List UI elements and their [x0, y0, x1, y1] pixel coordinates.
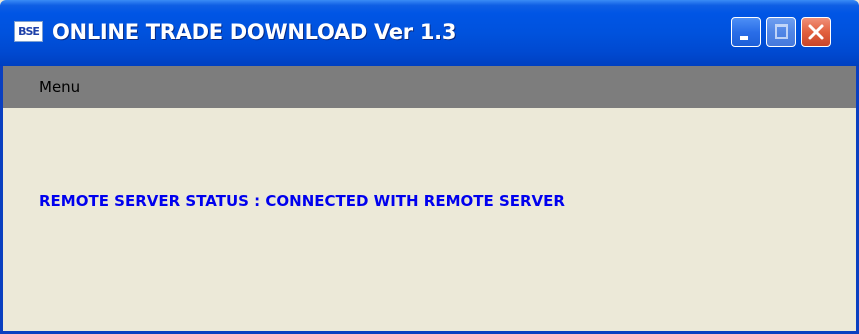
window-border-left	[0, 66, 3, 334]
minimize-icon	[740, 36, 748, 40]
minimize-button[interactable]	[731, 17, 761, 47]
app-icon[interactable]: BSE	[14, 21, 43, 42]
close-icon	[808, 24, 824, 40]
menu-item-menu[interactable]: Menu	[39, 77, 80, 97]
main-content: REMOTE SERVER STATUS : CONNECTED WITH RE…	[0, 108, 859, 334]
maximize-icon	[775, 24, 788, 39]
window-title: ONLINE TRADE DOWNLOAD Ver 1.3	[52, 20, 457, 44]
maximize-button[interactable]	[766, 17, 796, 47]
title-bar[interactable]: BSE ONLINE TRADE DOWNLOAD Ver 1.3	[0, 0, 859, 66]
close-button[interactable]	[801, 17, 831, 47]
server-status-text: REMOTE SERVER STATUS : CONNECTED WITH RE…	[39, 192, 565, 210]
menu-bar: Menu	[0, 66, 859, 108]
app-window: BSE ONLINE TRADE DOWNLOAD Ver 1.3 Menu R…	[0, 0, 859, 334]
